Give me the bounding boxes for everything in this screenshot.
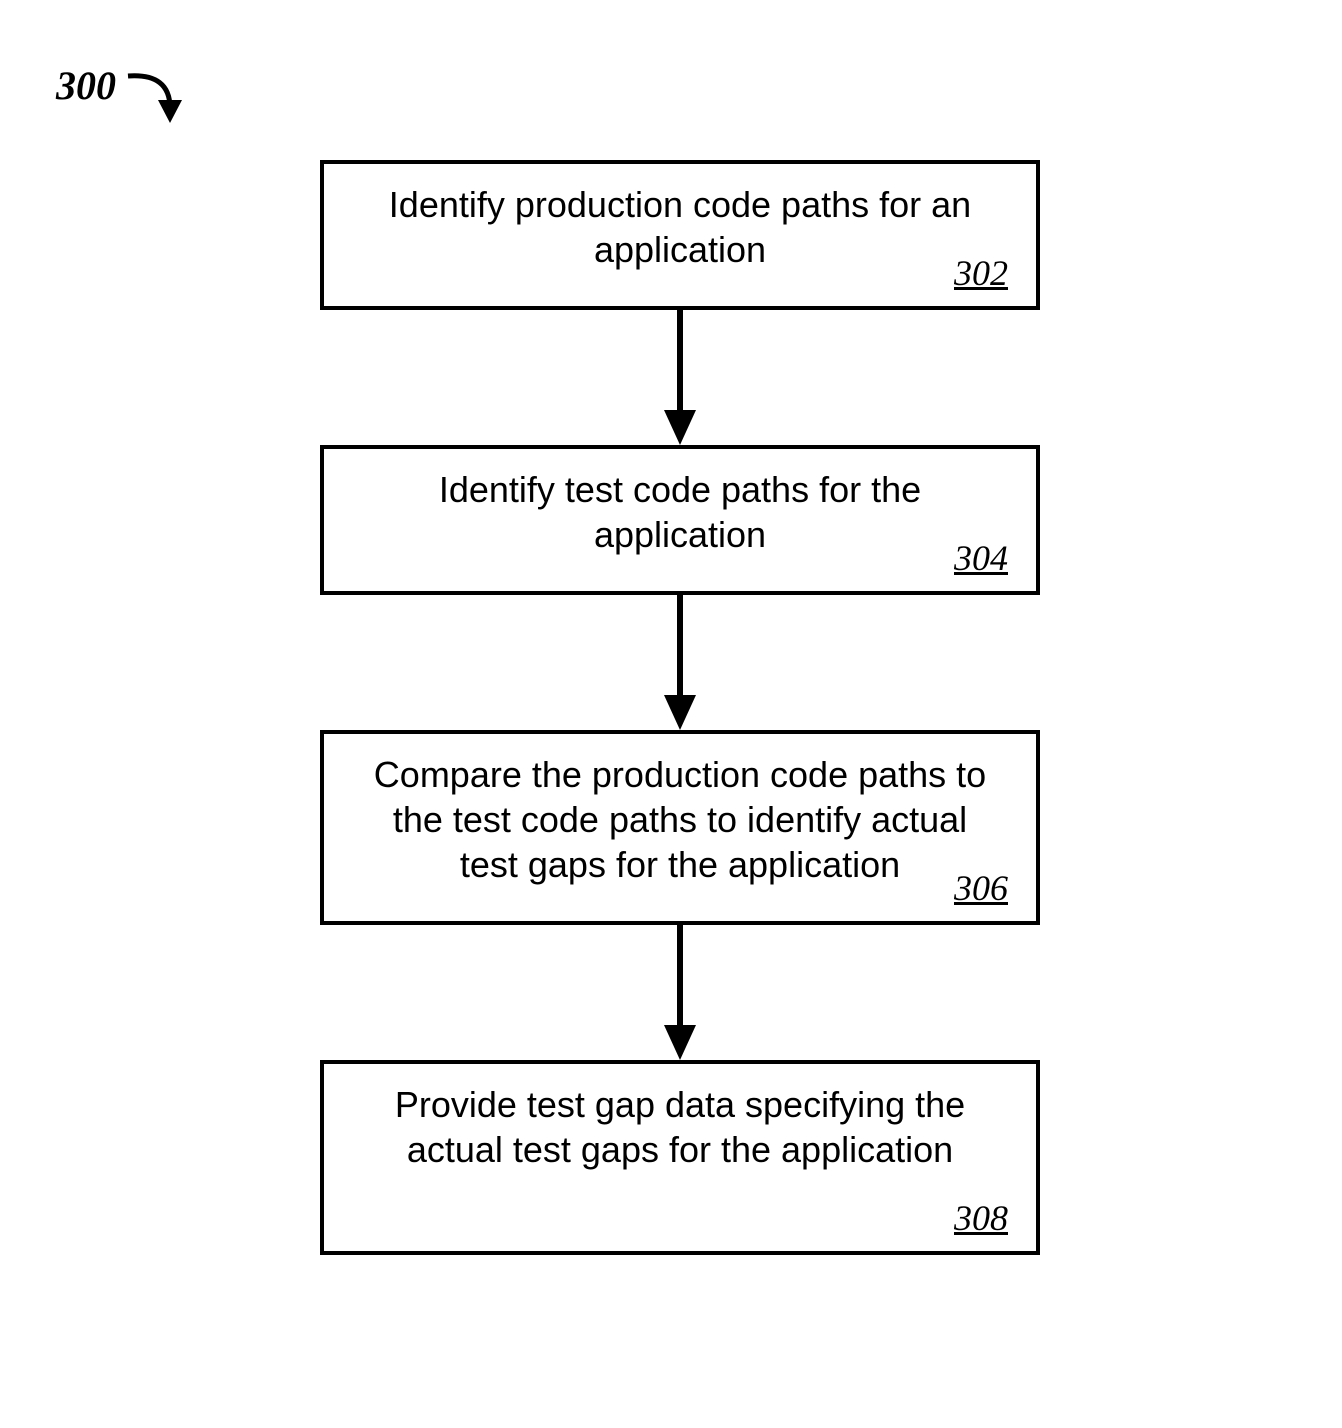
flow-step-308: Provide test gap data specifying the act… [320, 1060, 1040, 1255]
flow-step-306: Compare the production code paths to the… [320, 730, 1040, 925]
flow-step-304-ref: 304 [954, 536, 1008, 581]
flow-step-306-text: Compare the production code paths to the… [374, 754, 986, 885]
flow-step-302: Identify production code paths for an ap… [320, 160, 1040, 310]
arrow-304-to-306-icon [660, 595, 700, 730]
figure-pointer-arrow-icon [120, 68, 190, 148]
arrow-302-to-304-icon [660, 310, 700, 445]
flow-step-302-text: Identify production code paths for an ap… [389, 184, 971, 270]
flow-step-306-ref: 306 [954, 866, 1008, 911]
flow-step-308-ref: 308 [954, 1196, 1008, 1241]
figure-number-label: 300 [56, 62, 116, 109]
arrow-306-to-308-icon [660, 925, 700, 1060]
flow-step-304: Identify test code paths for the applica… [320, 445, 1040, 595]
flow-step-308-text: Provide test gap data specifying the act… [395, 1084, 965, 1170]
flow-step-302-ref: 302 [954, 251, 1008, 296]
flow-step-304-text: Identify test code paths for the applica… [439, 469, 921, 555]
